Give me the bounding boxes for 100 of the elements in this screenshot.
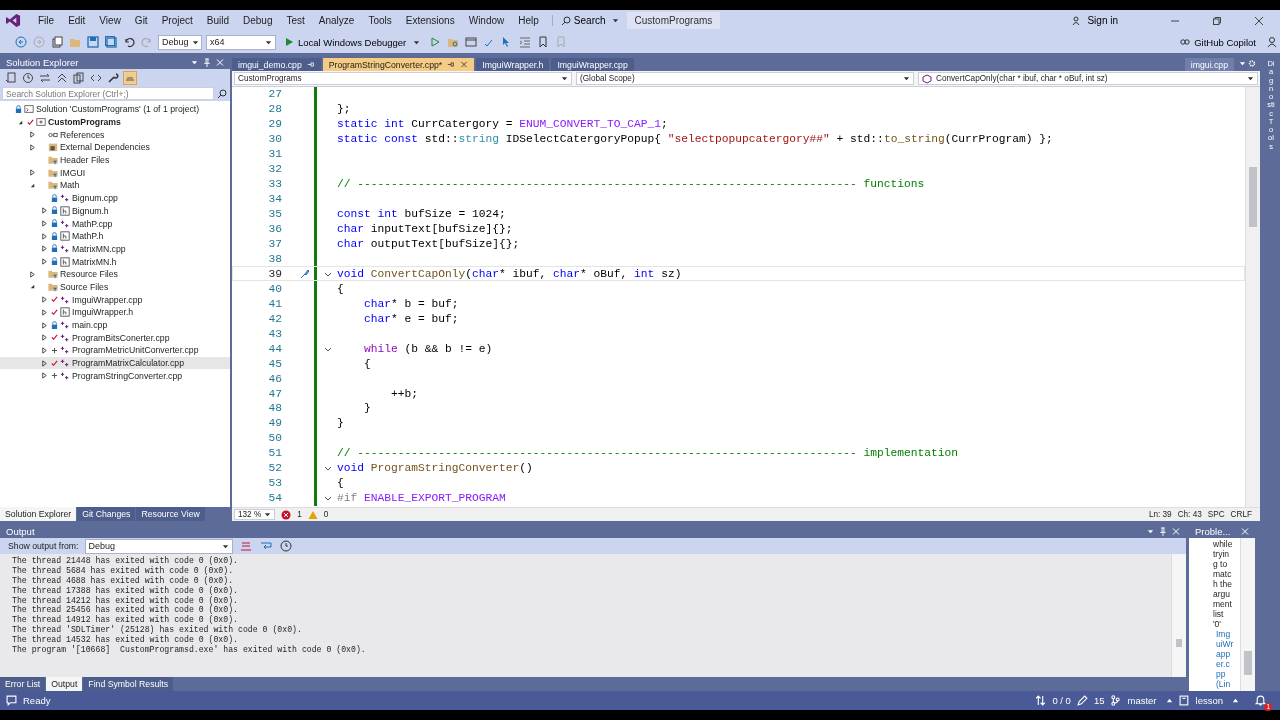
platform-dropdown[interactable]: x64 <box>206 34 276 50</box>
search-icon[interactable] <box>560 15 571 26</box>
repository-icon[interactable] <box>1178 695 1190 706</box>
editor-tab[interactable]: imgui.cpp <box>1184 58 1234 71</box>
changes-count[interactable]: 15 <box>1093 695 1105 706</box>
problem-link[interactable]: (Lin <box>1213 679 1240 689</box>
collapse-icon[interactable] <box>56 71 68 84</box>
problem-link[interactable]: Img <box>1213 629 1240 639</box>
folder-search-icon[interactable] <box>447 36 460 48</box>
caret-icon[interactable] <box>903 75 910 82</box>
tree-item[interactable]: ImguiWrapper.h <box>72 307 134 318</box>
editor-tab[interactable]: imgui_demo.cpp <box>232 58 321 71</box>
caret-icon[interactable] <box>1147 528 1154 535</box>
menu-item[interactable]: Build <box>199 15 236 26</box>
caret-icon[interactable] <box>1247 75 1254 82</box>
caret-icon[interactable] <box>561 75 568 82</box>
tree-item[interactable]: MatrixMN.cpp <box>72 243 126 254</box>
settings-icon[interactable] <box>1248 59 1256 68</box>
close-icon[interactable] <box>1254 15 1264 26</box>
undo-icon[interactable] <box>123 36 135 48</box>
tree-item[interactable]: Bignum.h <box>72 205 109 216</box>
problem-link[interactable]: app <box>1213 649 1240 659</box>
restore-icon[interactable] <box>1212 15 1222 26</box>
line-ending-indicator[interactable]: CRLF <box>1230 510 1252 519</box>
panel-tab[interactable]: Git Changes <box>77 507 136 521</box>
caret-icon[interactable] <box>1239 60 1246 67</box>
arrows-icon[interactable] <box>1035 695 1047 706</box>
brush-icon[interactable] <box>300 268 310 279</box>
close-icon[interactable] <box>460 61 469 68</box>
tree-item[interactable]: MathP.h <box>72 231 104 242</box>
tree-item[interactable]: ProgramMetricUnitConverter.cpp <box>72 345 199 356</box>
save-all-icon[interactable] <box>105 36 117 48</box>
warning-count[interactable]: 0 <box>323 510 329 519</box>
scrollbar-thumb[interactable] <box>1244 651 1252 675</box>
editor-tab[interactable]: ProgramStringConverter.cpp* <box>322 58 475 71</box>
caret-icon[interactable] <box>413 38 421 46</box>
copy-icon[interactable] <box>73 71 85 84</box>
app-logo-icon[interactable] <box>6 13 21 28</box>
clock-icon[interactable] <box>279 540 292 552</box>
panel-tab[interactable]: Error List <box>0 677 46 691</box>
scrollbar[interactable] <box>1171 554 1186 677</box>
tree-item[interactable]: ProgramBitsConerter.cpp <box>72 332 170 343</box>
search-button[interactable]: Search <box>551 15 627 26</box>
comment-icon[interactable] <box>6 695 17 706</box>
menu-item[interactable]: Debug <box>236 15 280 26</box>
panel-tab[interactable]: Solution Explorer <box>0 507 77 521</box>
repository-name[interactable]: lesson <box>1195 695 1223 706</box>
tree-item[interactable]: MatrixMN.h <box>72 256 117 267</box>
menu-item[interactable]: Project <box>154 15 200 26</box>
tree-item[interactable]: Header Files <box>60 155 110 166</box>
member-dropdown[interactable]: ConvertCapOnly(char * ibuf, char * oBuf, int sz) <box>918 72 1258 85</box>
column-indicator[interactable]: Ch: 43 <box>1177 510 1202 519</box>
caret-icon[interactable] <box>264 511 272 518</box>
bell-icon[interactable] <box>1255 695 1266 706</box>
play-icon[interactable] <box>284 37 294 47</box>
menu-item[interactable]: View <box>92 15 128 26</box>
branch-name[interactable]: master <box>1127 695 1157 706</box>
caret-icon[interactable] <box>191 38 199 46</box>
sign-in-button[interactable]: Sign in <box>1066 14 1124 27</box>
caret-icon[interactable] <box>265 38 272 46</box>
tree-item[interactable]: External Dependencies <box>60 142 150 153</box>
caret-icon[interactable] <box>611 17 619 24</box>
zoom-dropdown[interactable]: 132 % <box>234 509 276 520</box>
error-count[interactable]: 1 <box>297 510 302 519</box>
tree-item[interactable]: IMGUI <box>60 167 86 178</box>
expanded-arrow-icon[interactable] <box>29 283 36 291</box>
scrollbar-thumb[interactable] <box>1176 639 1182 647</box>
caret-up-icon[interactable] <box>1232 697 1239 704</box>
tree-item[interactable]: CustomPrograms <box>48 117 121 128</box>
menu-item[interactable]: Edit <box>61 15 93 26</box>
panel-tab[interactable]: Resource View <box>136 507 205 521</box>
play-outline-icon[interactable] <box>429 36 442 48</box>
whitespace-indicator[interactable]: SPC <box>1207 510 1225 519</box>
tree-item[interactable]: ImguiWrapper.cpp <box>72 294 143 305</box>
scope-dropdown[interactable]: (Global Scope) <box>576 72 914 85</box>
editor-tab[interactable]: ImguiWrapper.h <box>476 58 550 71</box>
menu-item[interactable]: Tools <box>361 15 399 26</box>
pencil-icon[interactable] <box>1076 695 1088 706</box>
tree-item[interactable]: Resource Files <box>60 269 118 280</box>
bookmark-icon[interactable] <box>537 36 550 48</box>
tree-item[interactable]: Solution 'CustomPrograms' (1 of 1 project) <box>36 104 200 115</box>
project-dropdown[interactable]: CustomPrograms <box>234 72 572 85</box>
tree-item[interactable]: Bignum.cpp <box>72 193 118 204</box>
word-wrap-icon[interactable] <box>259 540 272 552</box>
run-button[interactable]: Local Windows Debugger <box>280 36 425 48</box>
menu-item[interactable]: Git <box>127 15 155 26</box>
save-icon[interactable] <box>87 36 99 48</box>
menu-item[interactable]: Test <box>279 15 312 26</box>
scrollbar[interactable] <box>1240 538 1255 691</box>
editor-tab[interactable]: ImguiWrapper.cpp <box>551 58 634 71</box>
menu-item[interactable]: Window <box>461 15 512 26</box>
sync-count[interactable]: 0 / 0 <box>1052 695 1071 706</box>
history-icon[interactable] <box>22 71 34 84</box>
new-project-icon[interactable] <box>51 36 63 48</box>
back-icon[interactable] <box>15 36 27 48</box>
caret-up-icon[interactable] <box>1165 697 1173 704</box>
wrench-icon[interactable] <box>107 71 119 84</box>
tree-item[interactable]: Math <box>60 180 80 191</box>
menu-item[interactable]: File <box>31 15 62 26</box>
pin-icon[interactable] <box>447 61 456 68</box>
